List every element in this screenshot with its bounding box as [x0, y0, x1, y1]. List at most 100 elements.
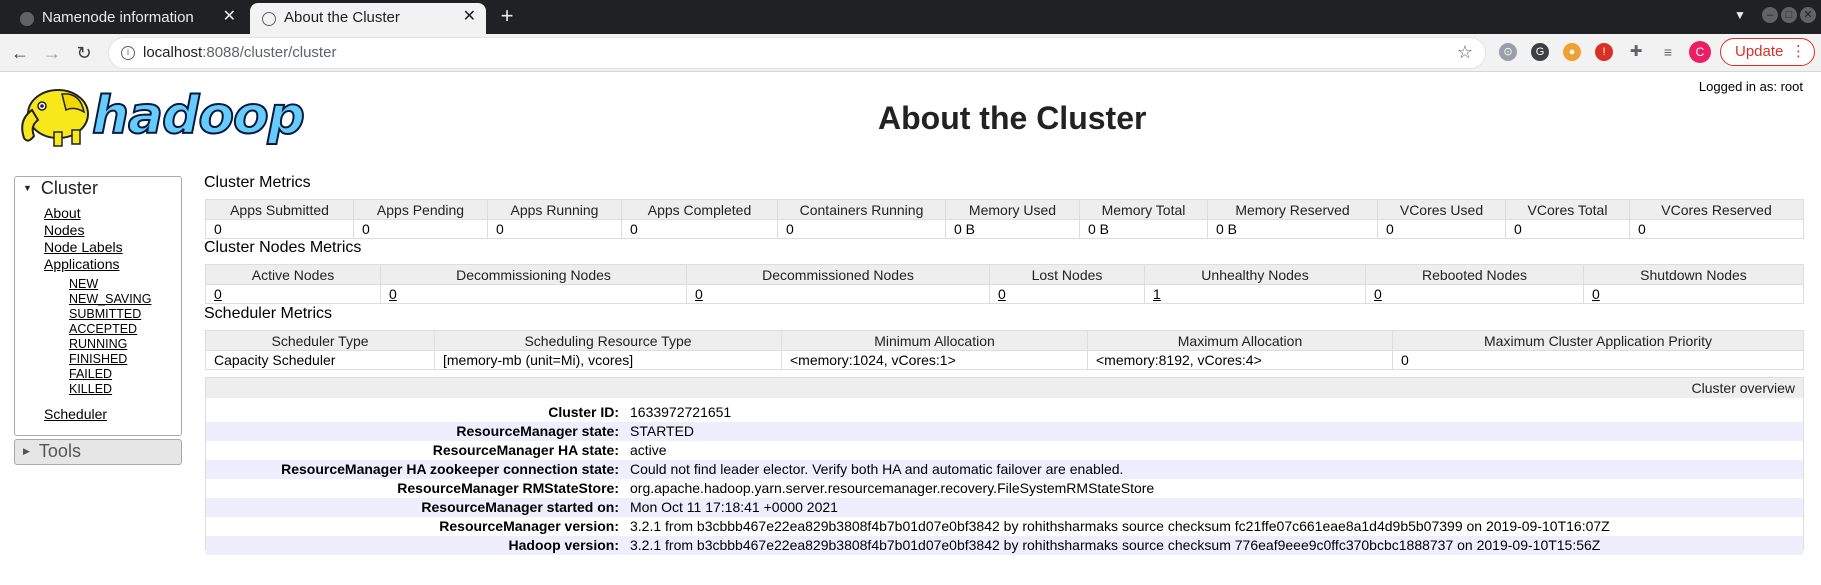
- sidebar-app-state-finished[interactable]: FINISHED: [69, 352, 127, 366]
- unhealthy-nodes-link[interactable]: 1: [1144, 284, 1366, 304]
- url-text: localhost:8088/cluster/cluster: [143, 44, 336, 61]
- sidebar-app-state-submitted[interactable]: SUBMITTED: [69, 307, 141, 321]
- triangle-down-icon: ▼: [23, 183, 32, 193]
- sidebar-link-scheduler[interactable]: Scheduler: [44, 406, 107, 422]
- column-header: VCores Reserved: [1629, 199, 1804, 220]
- sidebar-app-state-new-saving[interactable]: NEW_SAVING: [69, 292, 151, 306]
- overview-value: 3.2.1 from b3cbbb467e22ea829b3808f4b7b01…: [630, 518, 1610, 534]
- globe-icon: [20, 12, 34, 26]
- table-cell: Capacity Scheduler: [205, 350, 435, 370]
- overview-value: Mon Oct 11 17:18:41 +0000 2021: [630, 499, 838, 515]
- cluster-metrics-title: Cluster Metrics: [204, 174, 311, 191]
- table-cell: <memory:8192, vCores:4>: [1087, 350, 1393, 370]
- back-icon[interactable]: ←: [8, 42, 32, 64]
- sidebar-link-nodes[interactable]: Nodes: [44, 222, 84, 238]
- rebooted-nodes-link[interactable]: 0: [1365, 284, 1584, 304]
- overview-label: ResourceManager version:: [439, 518, 619, 534]
- address-bar[interactable]: i localhost:8088/cluster/cluster ☆: [108, 37, 1486, 69]
- column-header: Maximum Cluster Application Priority: [1392, 330, 1804, 351]
- sidebar-app-state-accepted[interactable]: ACCEPTED: [69, 322, 137, 336]
- column-header: VCores Used: [1377, 199, 1506, 220]
- cluster-panel-header[interactable]: ▼ Cluster: [15, 177, 181, 200]
- page-title: About the Cluster: [878, 100, 1147, 136]
- table-header-row: Scheduler Type Scheduling Resource Type …: [205, 330, 1804, 351]
- active-nodes-link[interactable]: 0: [205, 284, 381, 304]
- hadoop-logo[interactable]: hadoop: [14, 80, 314, 154]
- decommissioning-nodes-link[interactable]: 0: [380, 284, 687, 304]
- reading-list-icon[interactable]: ≡: [1659, 43, 1677, 61]
- new-tab-button[interactable]: +: [495, 4, 519, 28]
- overview-value: Could not find leader elector. Verify bo…: [630, 461, 1124, 477]
- sidebar-app-state-failed[interactable]: FAILED: [69, 367, 112, 381]
- update-button[interactable]: Update ⋮: [1720, 38, 1815, 66]
- column-header: Apps Pending: [353, 199, 488, 220]
- overview-row: Cluster ID: 1633972721651: [206, 403, 1803, 422]
- close-icon[interactable]: ✕: [463, 8, 476, 26]
- sidebar-app-state-new[interactable]: NEW: [69, 277, 98, 291]
- profile-avatar[interactable]: C: [1689, 41, 1711, 63]
- close-icon[interactable]: ✕: [223, 8, 236, 26]
- extension-icon[interactable]: ⊙: [1499, 43, 1517, 61]
- tab-title: Namenode information: [42, 9, 194, 26]
- bookmark-star-icon[interactable]: ☆: [1457, 42, 1473, 63]
- overview-label: ResourceManager RMStateStore:: [397, 480, 619, 496]
- overview-value: org.apache.hadoop.yarn.server.resourcema…: [630, 480, 1155, 496]
- sidebar: ▼ Cluster About Nodes Node Labels Applica…: [14, 176, 182, 465]
- overview-label: ResourceManager HA zookeeper connection …: [281, 461, 619, 477]
- window-close-icon[interactable]: ✕: [1800, 7, 1816, 23]
- table-cell: 0: [487, 219, 622, 239]
- update-label: Update: [1735, 43, 1784, 60]
- column-header: Scheduling Resource Type: [434, 330, 782, 351]
- table-header-row: Active Nodes Decommissioning Nodes Decom…: [205, 264, 1804, 285]
- overview-label: ResourceManager started on:: [421, 499, 619, 515]
- sidebar-link-applications[interactable]: Applications: [44, 256, 120, 272]
- overview-row: ResourceManager HA state: active: [206, 441, 1803, 460]
- triangle-right-icon: ▶: [23, 446, 30, 456]
- extension-icon[interactable]: G: [1531, 43, 1549, 61]
- site-info-icon[interactable]: i: [121, 46, 135, 60]
- table-cell: 0: [1377, 219, 1506, 239]
- cookie-extension-icon[interactable]: ●: [1563, 43, 1581, 61]
- globe-icon: [262, 12, 276, 26]
- column-header: Active Nodes: [205, 264, 381, 285]
- forward-icon[interactable]: →: [40, 42, 64, 64]
- overview-row: Hadoop version: 3.2.1 from b3cbbb467e22e…: [206, 536, 1803, 555]
- column-header: Lost Nodes: [989, 264, 1145, 285]
- column-header: Decommissioned Nodes: [686, 264, 990, 285]
- table-cell: 0: [205, 219, 354, 239]
- shutdown-nodes-link[interactable]: 0: [1583, 284, 1804, 304]
- decommissioned-nodes-link[interactable]: 0: [686, 284, 990, 304]
- adblock-extension-icon[interactable]: !: [1595, 43, 1613, 61]
- column-header: Apps Completed: [621, 199, 778, 220]
- table-cell: 0: [777, 219, 946, 239]
- puzzle-extensions-icon[interactable]: ✚: [1627, 43, 1645, 61]
- tab-namenode-information[interactable]: Namenode information ✕: [8, 3, 246, 34]
- table-cell: <memory:1024, vCores:1>: [781, 350, 1088, 370]
- tools-panel-header[interactable]: ▶ Tools: [15, 440, 181, 463]
- tab-title: About the Cluster: [284, 9, 400, 26]
- sidebar-app-state-killed[interactable]: KILLED: [69, 382, 112, 396]
- column-header: Decommissioning Nodes: [380, 264, 687, 285]
- table-cell: 0: [353, 219, 488, 239]
- table-cell: 0: [1505, 219, 1630, 239]
- table-cell: 0 B: [1079, 219, 1208, 239]
- table-cell: 0: [621, 219, 778, 239]
- sidebar-app-state-running[interactable]: RUNNING: [69, 337, 127, 351]
- lost-nodes-link[interactable]: 0: [989, 284, 1145, 304]
- tools-panel[interactable]: ▶ Tools: [14, 439, 182, 465]
- sidebar-link-node-labels[interactable]: Node Labels: [44, 239, 123, 255]
- maximize-icon[interactable]: □: [1781, 7, 1797, 23]
- sidebar-link-about[interactable]: About: [44, 205, 81, 221]
- table-header-row: Apps Submitted Apps Pending Apps Running…: [205, 199, 1804, 220]
- tab-about-the-cluster[interactable]: About the Cluster ✕: [250, 3, 486, 34]
- reload-icon[interactable]: ↻: [72, 42, 96, 64]
- column-header: Memory Total: [1079, 199, 1208, 220]
- overview-row: ResourceManager version: 3.2.1 from b3cb…: [206, 517, 1803, 536]
- tab-search-icon[interactable]: ▼: [1734, 8, 1746, 22]
- cluster-overview: Cluster overview Cluster ID: 16339727216…: [205, 377, 1804, 555]
- overview-label: Cluster ID:: [548, 404, 619, 420]
- overview-row: ResourceManager RMStateStore: org.apache…: [206, 479, 1803, 498]
- minimize-icon[interactable]: –: [1762, 7, 1778, 23]
- url-host: localhost: [143, 44, 203, 61]
- overview-row: ResourceManager HA zookeeper connection …: [206, 460, 1803, 479]
